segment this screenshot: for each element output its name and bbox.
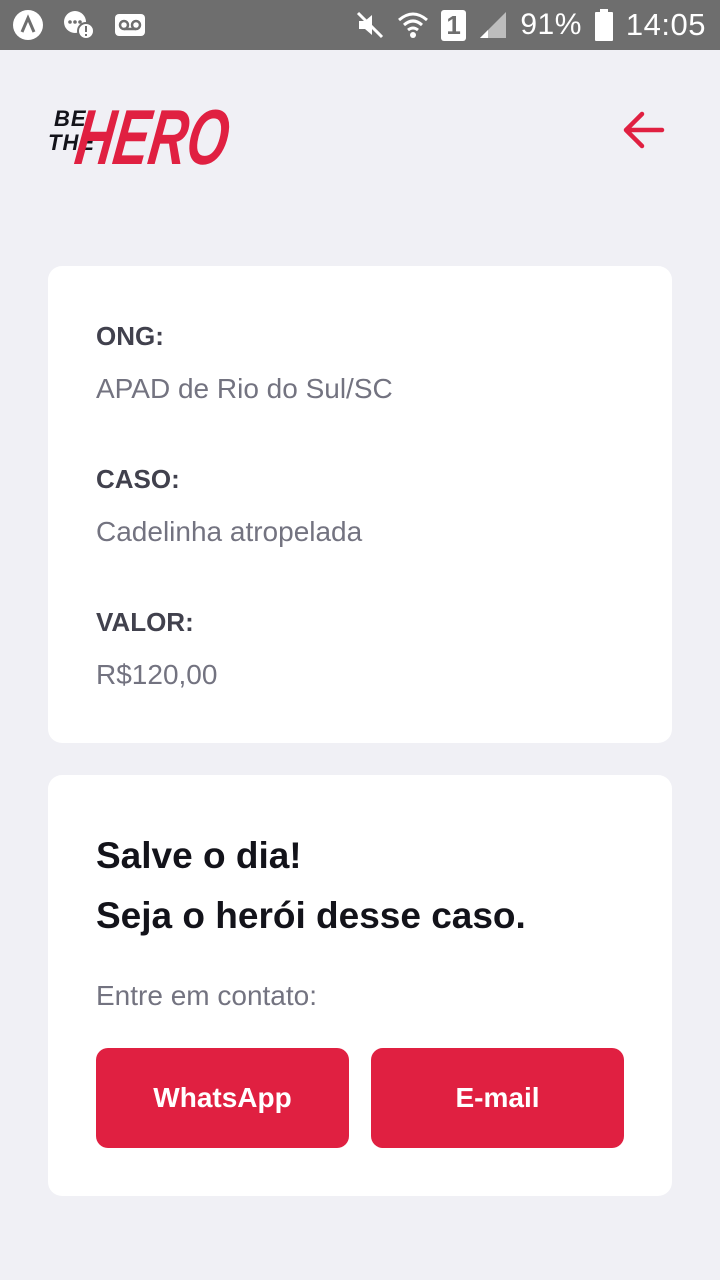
signal-icon [480, 12, 507, 38]
contact-description: Entre em contato: [96, 980, 318, 1011]
ong-label: ONG: [96, 321, 164, 351]
voicemail-icon [115, 14, 145, 36]
email-button[interactable]: E-mail [371, 1048, 624, 1148]
ong-value: APAD de Rio do Sul/SC [96, 373, 393, 404]
sim-slot-indicator: 1 [441, 9, 467, 41]
clock: 14:05 [625, 7, 706, 42]
wifi-icon [398, 12, 429, 38]
app-notification-icon [13, 10, 43, 40]
be-the-hero-logo: BE THE HERO [48, 93, 235, 174]
valor-value: R$120,00 [96, 659, 218, 690]
incident-card: ONG: APAD de Rio do Sul/SC CASO: Cadelin… [48, 266, 672, 743]
logo-word-hero: HERO [71, 93, 235, 174]
back-arrow-icon[interactable] [620, 106, 668, 154]
valor-label: VALOR: [96, 607, 194, 637]
caso-value: Cadelinha atropelada [96, 516, 363, 547]
contact-title-line2: Seja o herói desse caso. [96, 895, 526, 936]
mute-icon [357, 11, 384, 39]
chat-alert-icon [64, 11, 95, 40]
battery-percent: 91% [520, 8, 582, 41]
contact-title-line1: Salve o dia! [96, 835, 302, 876]
contact-card: Salve o dia! Seja o herói desse caso. En… [48, 775, 672, 1196]
status-bar: 1 91% 14:05 [0, 0, 720, 50]
whatsapp-button[interactable]: WhatsApp [96, 1048, 349, 1148]
battery-icon [594, 9, 613, 41]
caso-label: CASO: [96, 464, 180, 494]
